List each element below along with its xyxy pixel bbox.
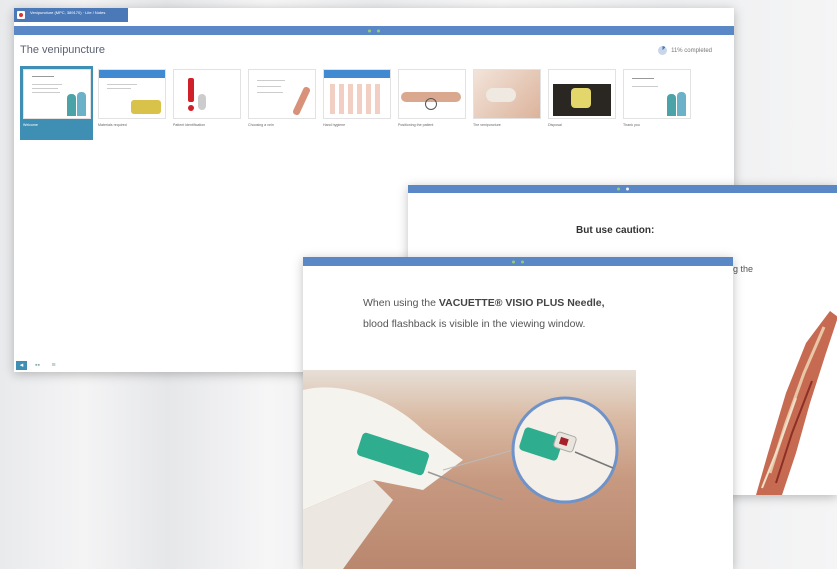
nav-dot[interactable] (377, 29, 380, 32)
slide-thumb-venipuncture[interactable]: The venipuncture (470, 66, 543, 140)
grid-view-icon[interactable]: ▪▪ (32, 361, 43, 370)
slide-nav-bar (303, 257, 733, 266)
slide-thumb-hygiene[interactable]: Hand hygiene (320, 66, 393, 140)
slide-caption: Disposal (548, 123, 562, 127)
nav-dot-active[interactable] (368, 29, 371, 32)
slide-preview (548, 69, 616, 119)
body-text-fragment: g the (733, 264, 754, 274)
slide-nav-bar (408, 185, 837, 193)
slide-thumb-materials[interactable]: Materials required (95, 66, 168, 140)
nav-dot-active[interactable] (616, 187, 620, 191)
page-title: The venipuncture (20, 44, 105, 56)
slide-thumb-identification[interactable]: Patient identification (170, 66, 243, 140)
slide-caption: Welcome (23, 123, 38, 127)
window-title: Venipuncture (MPC, 389170) · Lite / Note… (30, 10, 106, 15)
slide-caption: Positioning the patient (398, 123, 434, 127)
list-view-icon[interactable]: ≡ (48, 361, 59, 370)
slide-thumb-thankyou[interactable]: Thank you (620, 66, 693, 140)
slide-nav-bar (14, 26, 734, 35)
product-name: VACUETTE® VISIO PLUS Needle, (438, 297, 605, 309)
body-text-line-1: When using the VACUETTE® VISIO PLUS Need… (363, 297, 605, 309)
slide-caption: Materials required (98, 123, 127, 127)
nav-dot-active[interactable] (512, 260, 515, 263)
slide-thumb-welcome[interactable]: Welcome (20, 66, 93, 140)
slide-preview (23, 69, 91, 119)
slide-caption: Patient identification (173, 123, 206, 127)
slide-preview (398, 69, 466, 119)
slide-caption: The venipuncture (473, 123, 501, 127)
slide-thumbnail-list: Welcome Materials required Patient ident… (20, 66, 695, 140)
slide-window-needle: When using the VACUETTE® VISIO PLUS Need… (303, 257, 733, 569)
slide-thumb-vein[interactable]: Choosing a vein (245, 66, 318, 140)
single-view-icon[interactable]: ◂ (16, 361, 27, 370)
slide-caption: Choosing a vein (248, 123, 274, 127)
slide-preview (623, 69, 691, 119)
slide-preview (98, 69, 166, 119)
app-icon (17, 11, 25, 19)
slide-caption: Thank you (623, 123, 640, 127)
slide-preview (173, 69, 241, 119)
window-title-tab[interactable]: Venipuncture (MPC, 389170) · Lite / Note… (14, 8, 128, 22)
slide-caption: Hand hygiene (323, 123, 346, 127)
view-mode-toolbar: ◂ ▪▪ ≡ (16, 361, 59, 370)
progress-pie-icon (658, 46, 668, 55)
slide-thumb-disposal[interactable]: Disposal (545, 66, 618, 140)
progress-indicator: 11% completed (658, 46, 712, 55)
slide-thumb-positioning[interactable]: Positioning the patient (395, 66, 468, 140)
needle-illustration (303, 387, 619, 569)
slide-preview (323, 69, 391, 119)
needle-photo (303, 370, 636, 569)
caution-heading: But use caution: (576, 225, 655, 236)
body-text-line-2: blood flashback is visible in the viewin… (363, 318, 586, 330)
nav-dot[interactable] (625, 187, 629, 191)
nav-dot[interactable] (521, 260, 524, 263)
slide-preview (248, 69, 316, 119)
slide-preview (473, 69, 541, 119)
progress-text: 11% completed (671, 47, 712, 54)
arm-anatomy-image (756, 311, 837, 495)
